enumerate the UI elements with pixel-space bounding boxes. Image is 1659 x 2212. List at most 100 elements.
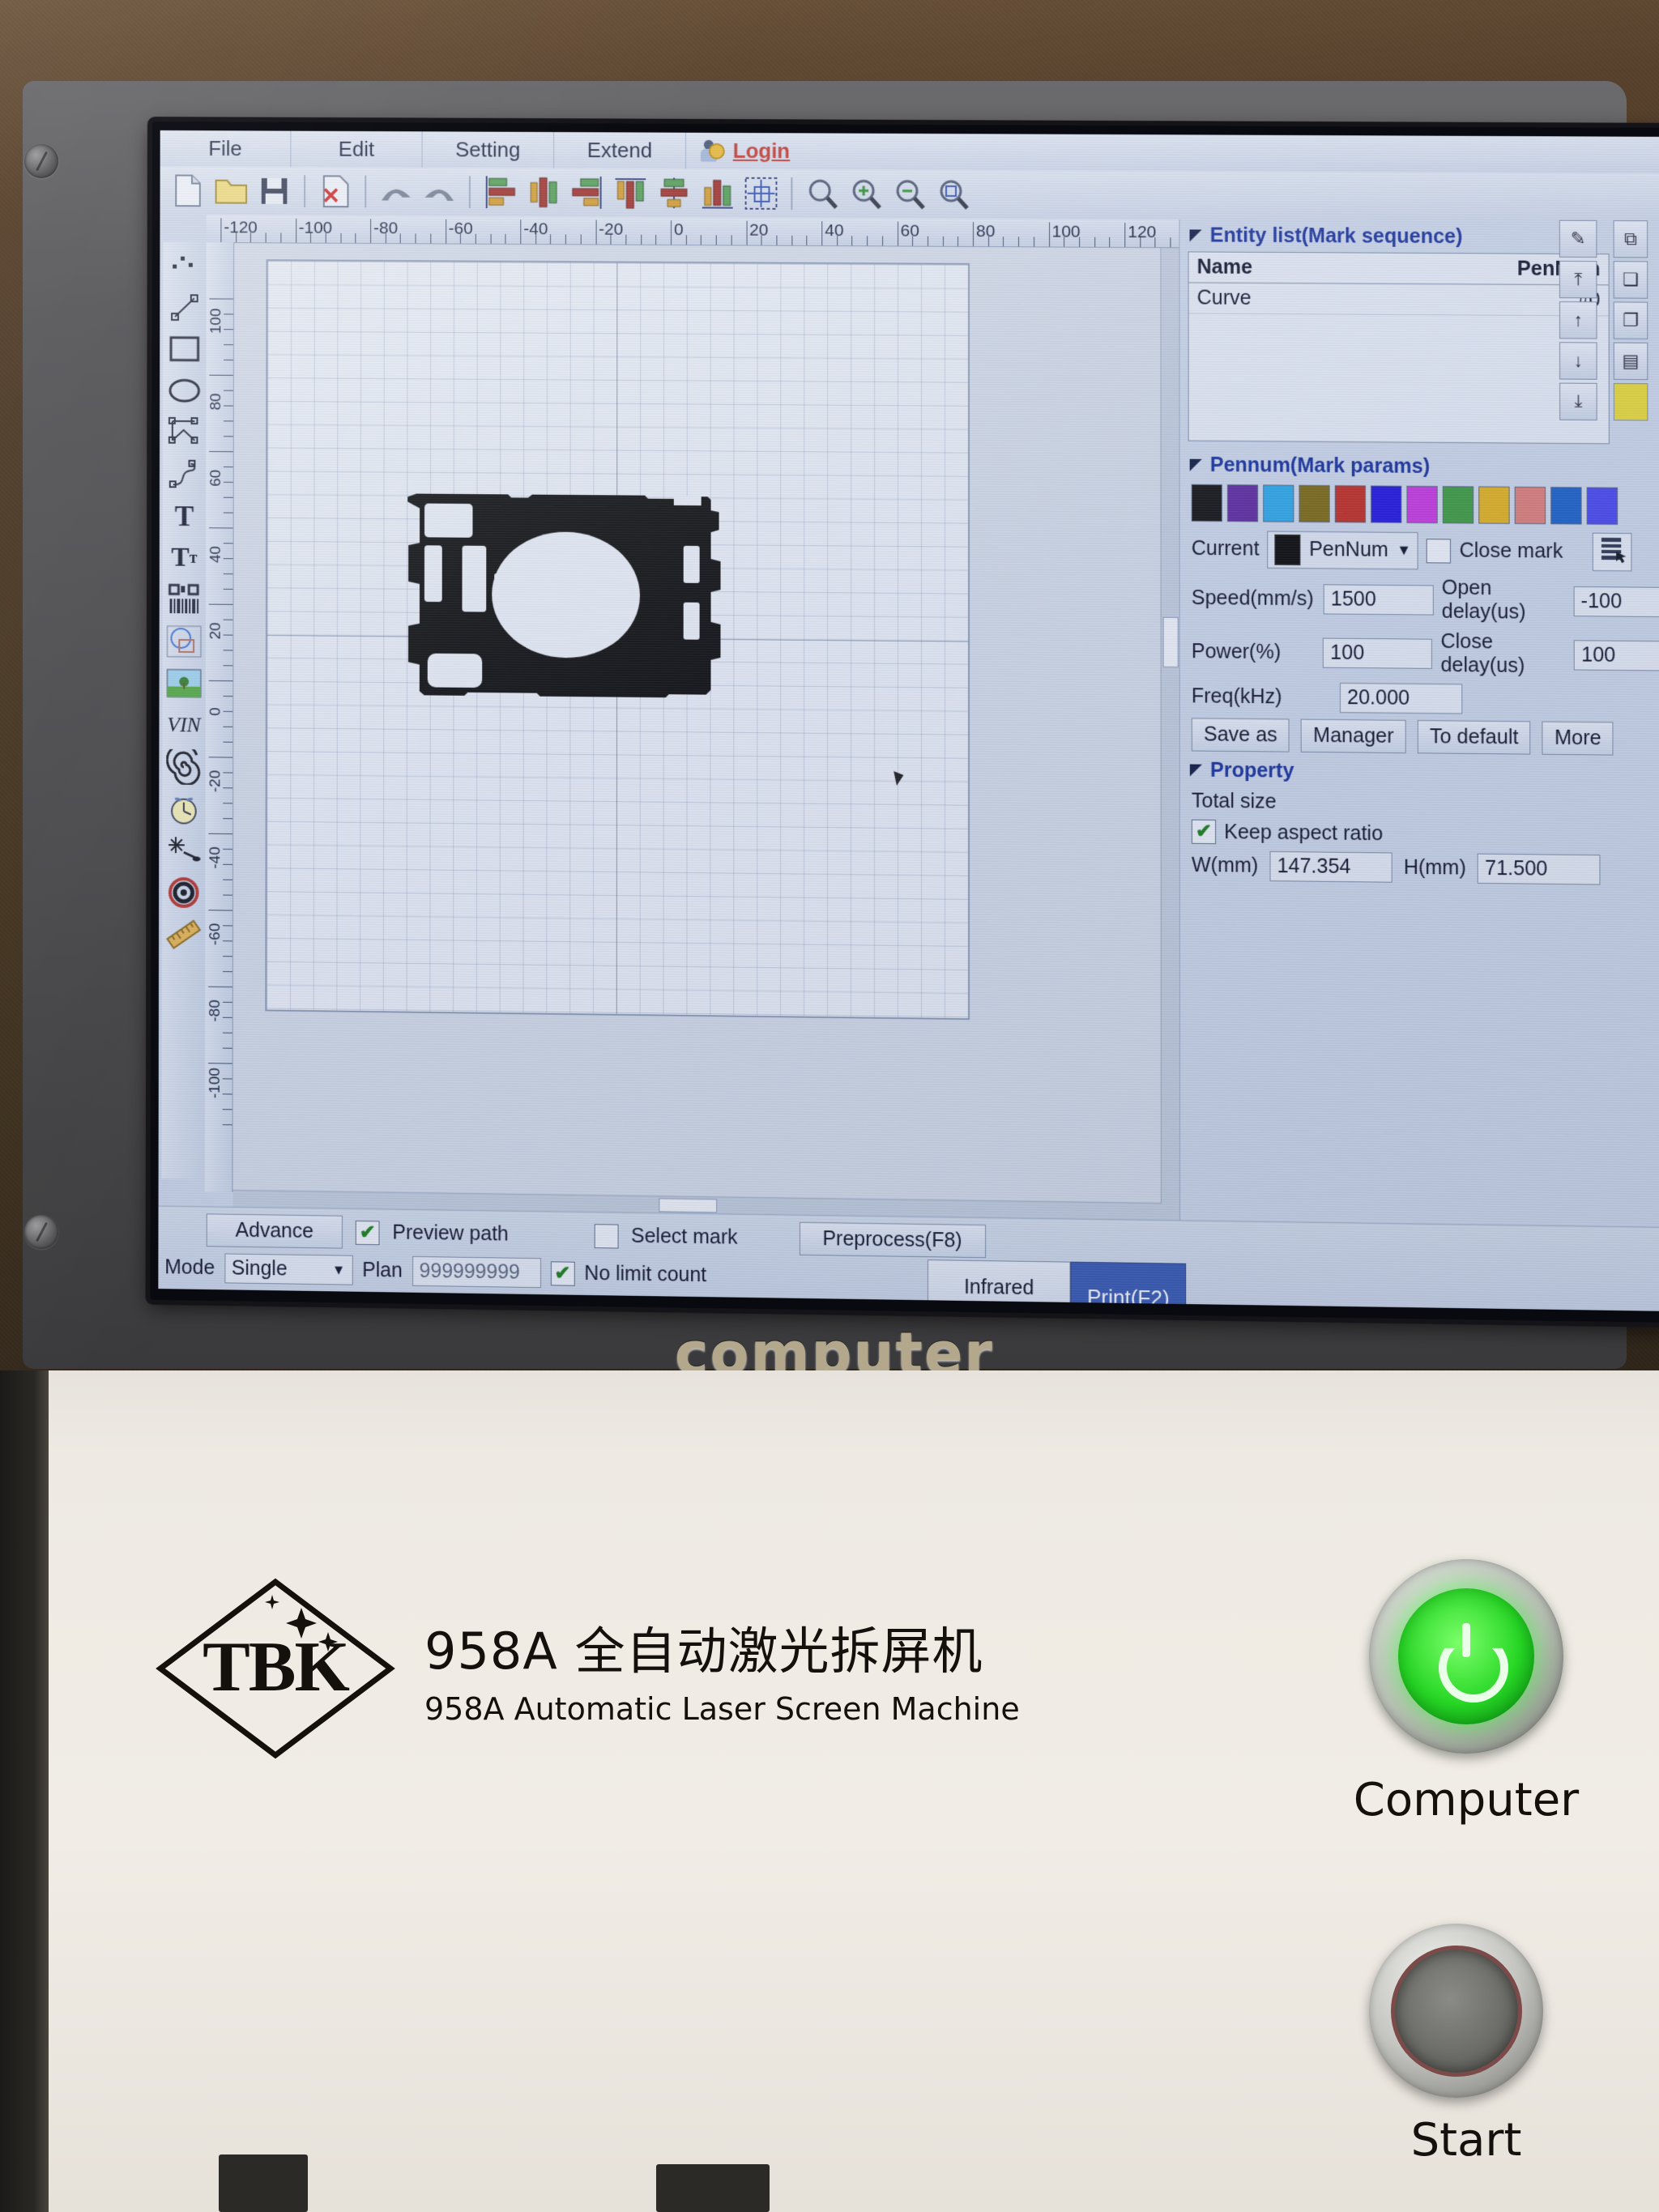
preprocess-button[interactable]: Preprocess(F8) [799,1221,986,1259]
select-mark-checkbox[interactable] [594,1223,619,1249]
vin-tool[interactable]: VIN [164,705,203,745]
align-bottom-icon[interactable] [697,173,738,214]
move-up-icon[interactable]: ↑ [1559,301,1597,339]
fit-page-icon[interactable] [741,173,782,214]
align-left-icon[interactable] [480,172,521,212]
zoom-out-icon[interactable] [889,174,930,215]
pen-color-8[interactable] [1478,486,1510,524]
height-input[interactable]: 71.500 [1477,853,1601,885]
to-default-button[interactable]: To default [1417,720,1531,755]
undo-icon[interactable] [376,172,416,212]
text-tool[interactable]: T [165,496,203,536]
login-button[interactable]: Login [686,133,804,169]
select-tool[interactable] [165,245,203,286]
copy-icon[interactable]: ❏ [1613,261,1648,299]
move-down-icon[interactable]: ↓ [1559,342,1597,380]
align-center-h-icon[interactable] [523,173,564,213]
print-button[interactable]: Print(F2) [1070,1261,1187,1311]
save-icon[interactable] [254,171,294,211]
pen-color-1[interactable] [1226,484,1259,522]
group-icon[interactable]: ▤ [1613,342,1648,381]
chevron-down-icon[interactable]: ▼ [332,1262,346,1278]
freq-input[interactable]: 20.000 [1339,682,1463,714]
zoom-icon[interactable] [802,173,842,214]
bitmap-image-tool[interactable] [164,663,203,704]
mode-select[interactable]: Single ▼ [224,1253,353,1285]
pen-color-3[interactable] [1299,484,1330,523]
align-top-icon[interactable] [611,173,651,213]
scrollbar-thumb[interactable] [659,1198,718,1213]
text-array-tool[interactable]: Tт [165,538,203,578]
paste-icon[interactable]: ❐ [1613,301,1648,339]
ellipse-tool[interactable] [165,370,203,411]
table-row[interactable]: Curve #0 [1188,283,1609,317]
new-file-icon[interactable] [168,171,207,211]
manager-button[interactable]: Manager [1300,718,1406,754]
chevron-down-icon[interactable]: ▼ [1397,542,1411,559]
move-bottom-icon[interactable]: ⤓ [1559,382,1597,421]
work-area[interactable] [265,259,970,1021]
menu-item-extend[interactable]: Extend [554,132,686,169]
menu-item-edit[interactable]: Edit [291,130,423,168]
close-mark-checkbox[interactable] [1427,538,1452,564]
preview-path-checkbox[interactable]: ✔ [355,1220,380,1245]
save-as-button[interactable]: Save as [1191,718,1290,752]
more-button[interactable]: More [1542,721,1614,756]
link-icon[interactable]: ⧉ [1613,220,1648,258]
design-canvas[interactable] [232,243,1180,1273]
pen-color-9[interactable] [1514,486,1546,525]
infrared-preview-button[interactable]: Infrared Preview(F1) [927,1259,1071,1311]
timer-clock-tool[interactable] [164,789,203,829]
start-button[interactable] [1369,1924,1543,2098]
pen-color-0[interactable] [1191,484,1222,522]
delete-file-icon[interactable]: ✕ [315,171,355,211]
iphone-back-outline-shape[interactable] [267,261,968,1018]
close-delay-input[interactable]: 100 [1573,639,1659,671]
measure-ruler-tool[interactable] [164,914,203,955]
keep-aspect-checkbox[interactable]: ✔ [1191,819,1217,845]
pen-color-4[interactable] [1334,485,1367,523]
pen-color-7[interactable] [1442,486,1474,524]
canvas-vertical-scrollbar[interactable] [1160,248,1180,1255]
zoom-in-icon[interactable] [846,173,886,214]
edit-pencil-icon[interactable]: ✎ [1559,219,1597,258]
advance-button[interactable]: Advance [206,1213,343,1249]
target-tool[interactable] [164,872,203,913]
property-header[interactable]: Property [1180,754,1659,791]
open-delay-input[interactable]: -100 [1573,586,1659,617]
redo-icon[interactable] [419,172,459,212]
spiral-tool[interactable] [164,747,203,787]
collapse-triangle-icon[interactable] [1189,229,1202,242]
polyline-tool[interactable] [165,412,203,453]
pen-color-5[interactable] [1371,485,1402,523]
menu-item-file[interactable]: File [160,130,292,168]
computer-power-button[interactable] [1369,1559,1563,1754]
curve-tool[interactable] [165,454,203,495]
plan-input[interactable]: 999999999 [412,1255,541,1289]
width-input[interactable]: 147.354 [1269,850,1392,883]
align-center-v-icon[interactable] [654,173,694,213]
line-tool[interactable] [165,287,203,327]
no-limit-count-checkbox[interactable]: ✔ [550,1260,575,1286]
pen-color-6[interactable] [1406,485,1438,524]
color-icon[interactable] [1613,382,1648,421]
pennum-header[interactable]: Pennum(Mark params) [1180,450,1659,484]
barcode-tool[interactable] [165,579,203,620]
pen-color-10[interactable] [1550,487,1582,525]
zoom-selection-icon[interactable] [933,174,974,215]
pen-color-2[interactable] [1263,484,1294,522]
entity-list-table[interactable]: Name PenNum Curve #0 ✎ ⤒ ↑ ↓ ⤓ ⧉ ❏ ❐ [1188,219,1648,445]
param-list-icon[interactable] [1592,532,1632,572]
collapse-triangle-icon[interactable] [1189,764,1202,777]
open-folder-icon[interactable] [211,171,251,211]
menu-item-setting[interactable]: Setting [422,131,555,168]
power-input[interactable]: 100 [1323,637,1433,669]
vector-file-tool[interactable] [165,621,203,662]
vertical-ruler[interactable]: 100 80 60 40 20 0 -20 -40 -60 -80 -100 [204,241,235,1192]
rectangle-tool[interactable] [165,329,203,369]
scrollbar-thumb[interactable] [1162,616,1179,668]
collapse-triangle-icon[interactable] [1189,458,1202,471]
hatch-tool[interactable] [164,830,203,871]
pen-color-11[interactable] [1586,487,1618,525]
move-top-icon[interactable]: ⤒ [1559,260,1597,299]
